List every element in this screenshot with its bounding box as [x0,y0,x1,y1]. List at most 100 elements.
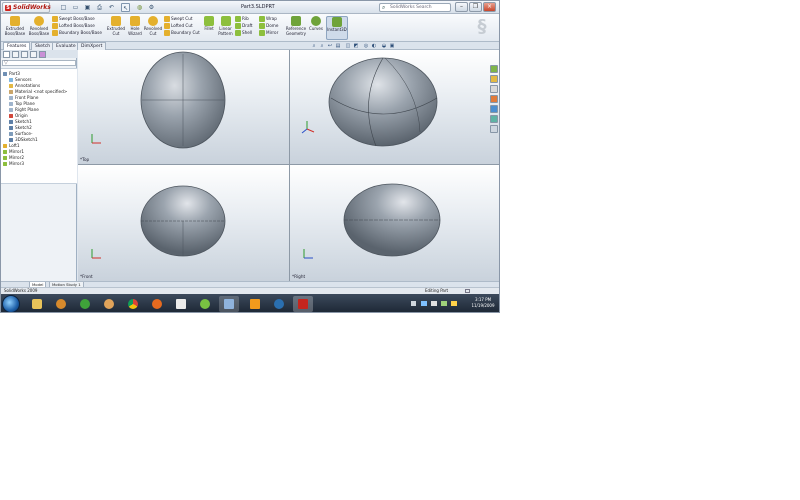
instant3d-button[interactable]: Instant3D [326,16,348,40]
section-view-icon[interactable]: ▤ [335,43,341,49]
model-top-view[interactable] [78,50,289,164]
dome-button[interactable]: Dome [259,22,283,29]
tray-volume-icon[interactable] [431,301,437,306]
configuration-manager-tab-icon[interactable] [21,51,28,58]
tab-sketch[interactable]: Sketch [31,42,55,50]
taskbar-circle-app-icon[interactable] [269,296,289,312]
graphics-area[interactable]: *Top *Front *Right [78,50,500,281]
options-icon[interactable]: ⚙ [147,3,156,12]
feature-manager-tab-icon[interactable] [3,51,10,58]
design-library-icon[interactable] [490,75,498,83]
resources-icon[interactable] [490,65,498,73]
restore-button[interactable]: ❐ [469,2,482,12]
lofted-boss-button[interactable]: Lofted Boss/Base [52,22,100,29]
tab-features[interactable]: Features [3,42,31,50]
search-input[interactable]: SolidWorks Search [390,5,432,10]
tree-node-mirror1[interactable]: Mirror1 [3,149,24,155]
swept-boss-button[interactable]: Swept Boss/Base [52,15,100,22]
viewport-top[interactable]: *Top [78,50,289,164]
search-results-icon[interactable] [490,95,498,103]
minimize-button[interactable]: – [455,2,468,12]
linear-pattern-button[interactable]: Linear Pattern [217,16,234,40]
reference-geometry-button[interactable]: Reference Geometry [285,16,307,40]
tray-flag-icon[interactable] [451,301,457,306]
taskbar-solidworks-icon[interactable] [293,296,313,312]
view-settings-icon[interactable]: ▣ [389,43,395,49]
view-palette-icon[interactable] [490,105,498,113]
taskbar-chrome-icon[interactable] [123,296,143,312]
tree-node-surface[interactable]: Surface- [9,131,32,137]
zoom-to-fit-icon[interactable]: ⌕ [311,43,317,49]
tab-evaluate[interactable]: Evaluate [52,42,80,50]
tree-node-material[interactable]: Material <not specified> [9,89,67,95]
taskbar-illustrator-icon[interactable] [245,296,265,312]
appearances-icon[interactable] [490,115,498,123]
close-button[interactable]: × [483,2,496,12]
taskbar-explorer-icon[interactable] [27,296,47,312]
tree-node-loft1[interactable]: Loft1 [3,143,20,149]
file-explorer-icon[interactable] [490,85,498,93]
tree-root[interactable]: Part3 [3,71,20,77]
model-isometric-view[interactable] [290,50,500,164]
viewport-isometric[interactable] [290,50,500,164]
tree-node-origin[interactable]: Origin [9,113,28,119]
dimxpert-manager-tab-icon[interactable] [30,51,37,58]
extruded-boss-button[interactable]: Extruded Boss/Base [4,16,26,40]
save-icon[interactable]: ▣ [83,3,92,12]
solidworks-menu-button[interactable]: S SolidWorks [2,2,51,13]
tray-arrow-icon[interactable] [411,301,416,306]
draft-button[interactable]: Draft [235,22,257,29]
boundary-boss-button[interactable]: Boundary Boss/Base [52,29,102,36]
model-front-view[interactable] [78,165,289,281]
tree-node-annotations[interactable]: Annotations [9,83,40,89]
fillet-button[interactable]: Fillet [202,16,216,40]
revolved-cut-button[interactable]: Revolved Cut [143,16,163,40]
view-orientation-icon[interactable]: ◫ [345,43,351,49]
taskbar-play-icon[interactable] [75,296,95,312]
edit-appearance-icon[interactable]: ◐ [371,43,377,49]
lofted-cut-button[interactable]: Lofted Cut [164,22,200,29]
previous-view-icon[interactable]: ↩ [327,43,333,49]
print-icon[interactable]: ⎙ [95,3,104,12]
taskbar-app-orange-icon[interactable] [99,296,119,312]
tree-node-right-plane[interactable]: Right Plane [9,107,39,113]
tree-node-sensors[interactable]: Sensors [9,77,32,83]
boundary-cut-button[interactable]: Boundary Cut [164,29,200,36]
swept-cut-button[interactable]: Swept Cut [164,15,200,22]
tree-node-mirror3[interactable]: Mirror3 [3,161,24,167]
taskbar-firefox-icon[interactable] [147,296,167,312]
feature-filter[interactable]: ▽ [2,60,76,66]
tray-battery-icon[interactable] [441,301,447,306]
custom-properties-icon[interactable] [490,125,498,133]
mirror-button[interactable]: Mirror [259,29,283,36]
rebuild-icon[interactable]: ◍ [135,3,144,12]
tree-node-top-plane[interactable]: Top Plane [9,101,35,107]
display-manager-tab-icon[interactable] [39,51,46,58]
shell-button[interactable]: Shell [235,29,257,36]
wrap-button[interactable]: Wrap [259,15,283,22]
search-box[interactable]: ⌕ SolidWorks Search [379,3,451,12]
status-help-icon[interactable] [465,289,470,293]
start-button[interactable] [2,295,20,312]
viewport-front[interactable]: *Front [78,165,289,281]
taskbar-media-player-icon[interactable] [51,296,71,312]
taskbar-clock[interactable]: 3:17 PM 11/19/2009 [469,297,497,311]
select-icon[interactable]: ↖ [121,3,130,12]
taskbar-window-icon[interactable] [219,296,239,312]
extruded-cut-button[interactable]: Extruded Cut [105,16,127,40]
tree-node-3dsketch1[interactable]: 3DSketch1 [9,137,38,143]
hide-show-icon[interactable]: ◎ [363,43,369,49]
open-icon[interactable]: ▭ [71,3,80,12]
property-manager-tab-icon[interactable] [12,51,19,58]
undo-icon[interactable]: ↶ [107,3,116,12]
display-style-icon[interactable]: ◩ [353,43,359,49]
tree-node-sketch1[interactable]: Sketch1 [9,119,32,125]
taskbar-green-app-icon[interactable] [195,296,215,312]
revolved-boss-button[interactable]: Revolved Boss/Base [28,16,50,40]
apply-scene-icon[interactable]: ◒ [381,43,387,49]
tree-node-mirror2[interactable]: Mirror2 [3,155,24,161]
rib-button[interactable]: Rib [235,15,257,22]
taskbar-acrobat-icon[interactable] [171,296,191,312]
zoom-area-icon[interactable]: ⌕ [319,43,325,49]
viewport-right[interactable]: *Right [290,165,499,281]
